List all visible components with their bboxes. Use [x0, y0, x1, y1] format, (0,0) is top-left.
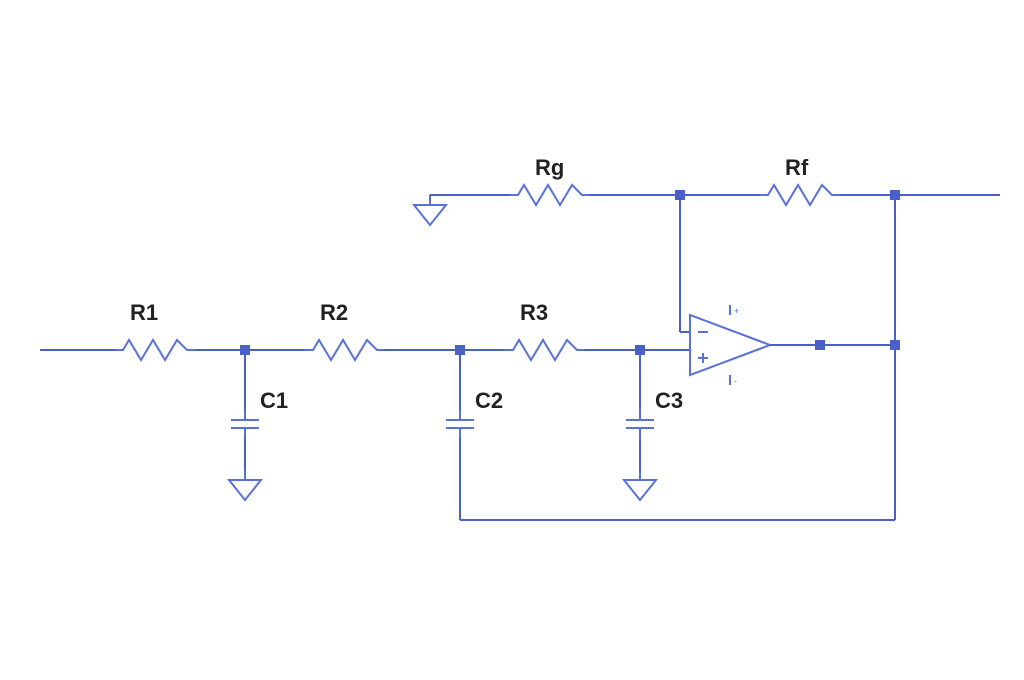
label-c1: C1 — [260, 388, 288, 413]
label-r1: R1 — [130, 300, 158, 325]
ground-c3 — [624, 470, 656, 500]
op-amp: + - — [690, 305, 770, 386]
ground-c1 — [229, 470, 261, 500]
capacitor-c2 — [446, 410, 474, 438]
resistor-rg — [510, 185, 590, 205]
svg-text:+: + — [734, 306, 739, 316]
resistor-r2 — [305, 340, 385, 360]
label-r2: R2 — [320, 300, 348, 325]
resistor-r1 — [115, 340, 195, 360]
capacitor-c3 — [626, 410, 654, 438]
svg-text:-: - — [734, 376, 737, 386]
label-c3: C3 — [655, 388, 683, 413]
label-rg: Rg — [535, 155, 564, 180]
label-c2: C2 — [475, 388, 503, 413]
label-r3: R3 — [520, 300, 548, 325]
resistor-r3 — [505, 340, 585, 360]
capacitor-c1 — [231, 410, 259, 438]
resistor-rf — [760, 185, 840, 205]
ground-rg — [414, 195, 446, 225]
label-rf: Rf — [785, 155, 809, 180]
circuit-schematic: R1 R2 R3 C1 C2 C3 Rg R — [0, 0, 1024, 680]
